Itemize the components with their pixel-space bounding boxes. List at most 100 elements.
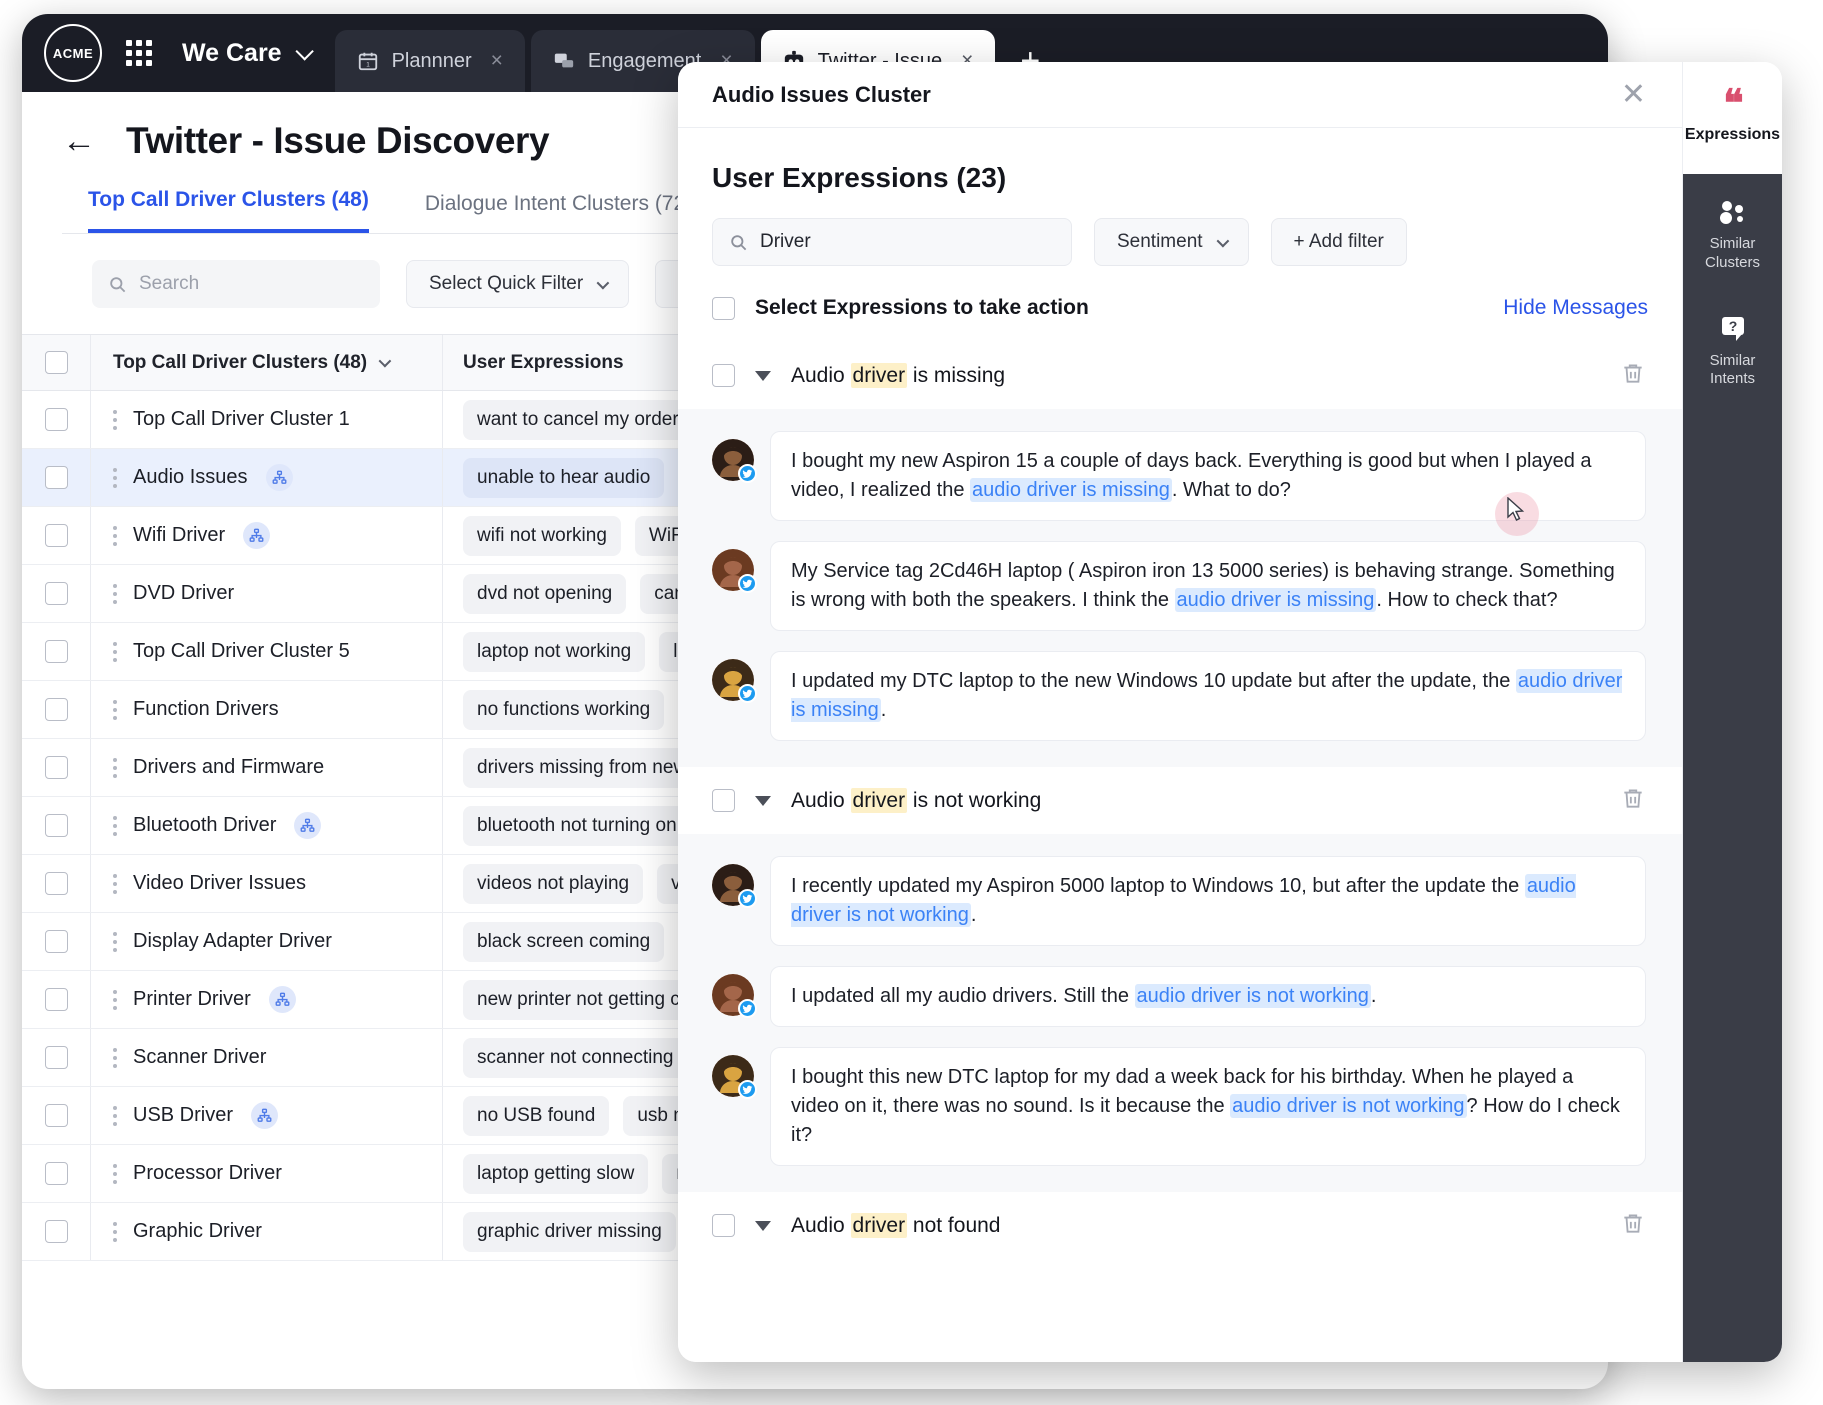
expression-group-title: Audio driver is not working	[791, 787, 1042, 813]
rail-filler	[1683, 409, 1782, 1362]
rail-item-similar-intents[interactable]: ? Similar Intents	[1683, 292, 1782, 409]
expression-chip[interactable]: no functions working	[463, 689, 665, 730]
cluster-name: DVD Driver	[133, 582, 235, 604]
expression-chip[interactable]: new printer not getting co	[463, 979, 705, 1020]
row-checkbox[interactable]	[44, 814, 68, 837]
expression-chip[interactable]: unable to hear audio	[463, 457, 665, 498]
row-menu-icon[interactable]	[113, 757, 117, 778]
row-menu-icon[interactable]	[113, 409, 117, 430]
rail-item-similar-clusters[interactable]: Similar Clusters	[1683, 174, 1782, 293]
select-all-checkbox[interactable]	[44, 351, 68, 374]
cluster-tree-badge[interactable]	[265, 464, 293, 491]
delete-icon[interactable]	[1620, 1210, 1646, 1236]
back-arrow-icon[interactable]: ←	[62, 124, 96, 158]
row-menu-icon[interactable]	[113, 815, 117, 836]
row-menu-icon[interactable]	[113, 699, 117, 720]
row-checkbox[interactable]	[44, 408, 68, 431]
row-menu-icon[interactable]	[113, 873, 117, 894]
row-checkbox[interactable]	[44, 930, 68, 953]
row-select-cell	[22, 466, 90, 489]
delete-group-button[interactable]	[1620, 785, 1646, 816]
expression-group: Audio driver is not working I recently u…	[678, 767, 1682, 1192]
expression-chip[interactable]: videos not playing	[463, 863, 644, 904]
row-menu-icon[interactable]	[113, 1105, 117, 1126]
expression-group-checkbox[interactable]	[712, 364, 735, 387]
row-menu-icon[interactable]	[113, 583, 117, 604]
expression-chip[interactable]: no USB found	[463, 1095, 610, 1136]
quick-filter-dropdown[interactable]: Select Quick Filter	[406, 260, 630, 308]
cluster-tree-badge[interactable]	[251, 1102, 279, 1129]
row-checkbox[interactable]	[44, 1220, 68, 1243]
apps-grid-icon[interactable]	[126, 40, 152, 66]
row-menu-icon[interactable]	[113, 1221, 117, 1242]
cluster-name: Scanner Driver	[133, 1046, 267, 1068]
acme-logo[interactable]: ACME	[44, 24, 102, 82]
expression-chip[interactable]: bluetooth not turning on	[463, 805, 691, 846]
panel-add-filter-button[interactable]: + Add filter	[1270, 218, 1407, 266]
chevron-down-icon[interactable]	[755, 370, 771, 381]
expression-chip[interactable]: laptop getting slow	[463, 1153, 649, 1194]
workspace-name: We Care	[182, 38, 282, 67]
delete-icon[interactable]	[1620, 785, 1646, 811]
row-checkbox[interactable]	[44, 524, 68, 547]
delete-group-button[interactable]	[1620, 360, 1646, 391]
delete-icon[interactable]	[1620, 360, 1646, 386]
expression-group-checkbox[interactable]	[712, 789, 735, 812]
row-name-cell: Wifi Driver	[90, 507, 442, 564]
expressions-search-input[interactable]: Driver	[712, 218, 1072, 266]
row-checkbox[interactable]	[44, 1162, 68, 1185]
twitter-badge-icon	[738, 1080, 757, 1099]
row-checkbox[interactable]	[44, 988, 68, 1011]
row-checkbox[interactable]	[44, 756, 68, 779]
cluster-tree-badge[interactable]	[268, 986, 296, 1013]
row-menu-icon[interactable]	[113, 931, 117, 952]
message-bubble: I updated my DTC laptop to the new Windo…	[770, 651, 1646, 741]
expression-chip[interactable]: black screen coming	[463, 921, 665, 962]
row-menu-icon[interactable]	[113, 1163, 117, 1184]
row-checkbox[interactable]	[44, 466, 68, 489]
expression-chip[interactable]: wifi not working	[463, 515, 621, 556]
row-checkbox[interactable]	[44, 698, 68, 721]
expression-chip[interactable]: drivers missing from new l	[463, 747, 711, 788]
row-checkbox[interactable]	[44, 1046, 68, 1069]
delete-group-button[interactable]	[1620, 1210, 1646, 1241]
expression-group-checkbox[interactable]	[712, 1214, 735, 1237]
select-expressions-label: Select Expressions to take action	[755, 296, 1089, 319]
row-menu-icon[interactable]	[113, 641, 117, 662]
row-checkbox[interactable]	[44, 1104, 68, 1127]
row-menu-icon[interactable]	[113, 467, 117, 488]
row-checkbox[interactable]	[44, 872, 68, 895]
rail-item-expressions[interactable]: ❝ Expressions	[1683, 62, 1782, 174]
row-menu-icon[interactable]	[113, 525, 117, 546]
row-checkbox[interactable]	[44, 640, 68, 663]
cluster-tree-badge[interactable]	[294, 812, 322, 839]
tab-top-call-driver-clusters[interactable]: Top Call Driver Clusters (48)	[88, 188, 369, 233]
tab-close-icon[interactable]: ×	[491, 49, 503, 73]
chevron-down-icon[interactable]	[755, 795, 771, 806]
sentiment-dropdown[interactable]: Sentiment	[1094, 218, 1249, 266]
hide-messages-link[interactable]: Hide Messages	[1503, 296, 1648, 320]
expression-group-header: Audio driver is not working	[678, 767, 1682, 834]
expression-chip[interactable]: want to cancel my order	[463, 399, 693, 440]
row-select-cell	[22, 872, 90, 895]
row-menu-icon[interactable]	[113, 1047, 117, 1068]
tab-plannner[interactable]: 1 Plannner ×	[334, 30, 525, 92]
select-expressions-checkbox[interactable]	[712, 296, 735, 320]
row-name-cell: Printer Driver	[90, 971, 442, 1028]
tab-dialogue-intent-clusters[interactable]: Dialogue Intent Clusters (72)	[425, 192, 692, 233]
expression-chip[interactable]: laptop not working	[463, 631, 646, 672]
row-checkbox[interactable]	[44, 582, 68, 605]
column-header-clusters[interactable]: Top Call Driver Clusters (48)	[90, 335, 442, 390]
expression-chip[interactable]: scanner not connecting	[463, 1037, 688, 1078]
expression-chip[interactable]: dvd not opening	[463, 573, 627, 614]
expression-chip[interactable]: graphic driver missing	[463, 1211, 676, 1252]
highlighted-expression: audio driver is missing	[1174, 588, 1377, 612]
row-select-cell	[22, 988, 90, 1011]
close-icon[interactable]: ✕	[1621, 79, 1646, 110]
cluster-tree-badge[interactable]	[243, 522, 271, 549]
chevron-down-icon[interactable]	[755, 1220, 771, 1231]
row-menu-icon[interactable]	[113, 989, 117, 1010]
search-input[interactable]: Search	[92, 260, 380, 308]
workspace-selector[interactable]: We Care	[182, 38, 314, 68]
cluster-name: Wifi Driver	[133, 524, 226, 546]
